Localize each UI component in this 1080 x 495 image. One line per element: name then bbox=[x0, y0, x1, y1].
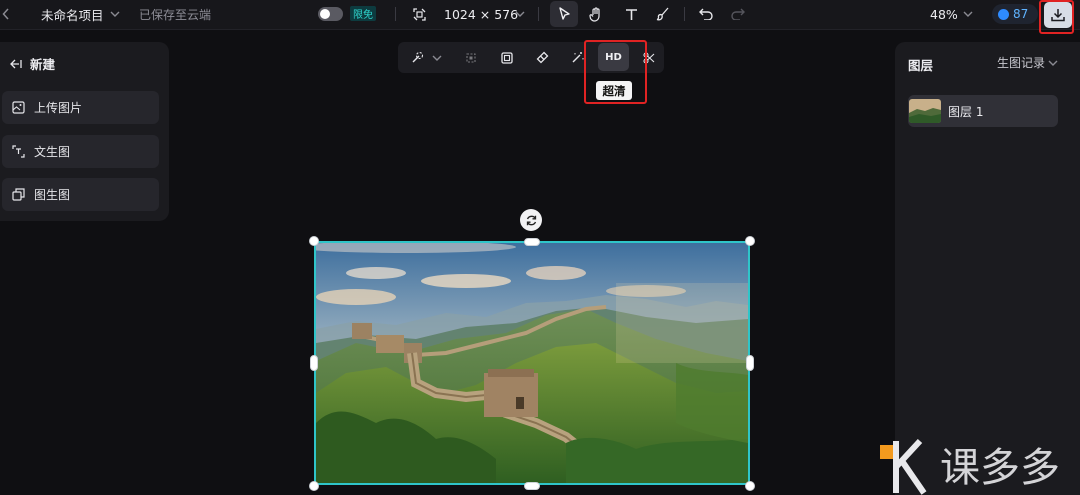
text-to-image-button[interactable]: 文生图 bbox=[2, 135, 159, 168]
resize-handle-right[interactable] bbox=[746, 355, 754, 371]
download-highlight-box bbox=[1039, 0, 1074, 34]
regenerate-button[interactable] bbox=[520, 209, 542, 231]
layers-panel: 图层 生图记录 图层 1 bbox=[895, 42, 1080, 495]
credits-count: 87 bbox=[1013, 7, 1029, 21]
text-to-image-icon bbox=[12, 145, 25, 158]
image-to-image-icon bbox=[12, 188, 25, 201]
magic-select-chevron-icon[interactable] bbox=[424, 45, 450, 70]
hand-tool-button[interactable] bbox=[582, 1, 610, 27]
zoom-chevron-icon[interactable] bbox=[963, 0, 973, 28]
zoom-level[interactable]: 48% bbox=[930, 0, 958, 28]
crop-icon bbox=[466, 52, 476, 63]
divider bbox=[395, 7, 396, 21]
redo-icon bbox=[731, 8, 745, 20]
project-title[interactable]: 未命名项目 bbox=[41, 0, 104, 28]
hd-highlight-box bbox=[584, 40, 647, 104]
canvas-size-icon[interactable] bbox=[413, 0, 427, 28]
svg-text:课多多: 课多多 bbox=[940, 445, 1060, 491]
expand-icon bbox=[501, 51, 513, 64]
layer-item[interactable]: 图层 1 bbox=[908, 95, 1058, 127]
layer-thumbnail bbox=[909, 99, 941, 123]
upload-image-button[interactable]: 上传图片 bbox=[2, 91, 159, 124]
refresh-icon bbox=[526, 215, 536, 225]
resize-handle-top-right[interactable] bbox=[745, 236, 755, 246]
resize-handle-top-left[interactable] bbox=[309, 236, 319, 246]
eraser-button[interactable] bbox=[529, 45, 555, 70]
layer-label: 图层 1 bbox=[948, 104, 984, 119]
credits-badge[interactable]: 87 bbox=[992, 4, 1038, 24]
watermark-logo: 课多多 bbox=[880, 437, 1080, 495]
canvas-size-chevron-icon[interactable] bbox=[515, 0, 525, 28]
layers-title: 图层 bbox=[908, 58, 934, 73]
crop-button[interactable] bbox=[458, 45, 484, 70]
canvas-image[interactable] bbox=[314, 241, 750, 485]
brush-icon bbox=[656, 7, 669, 21]
save-status: 已保存至云端 bbox=[139, 7, 212, 22]
cursor-icon bbox=[558, 7, 570, 20]
great-wall-image bbox=[316, 243, 748, 483]
eraser-icon bbox=[536, 51, 548, 64]
resize-handle-left[interactable] bbox=[310, 355, 318, 371]
project-menu-chevron-icon[interactable] bbox=[110, 0, 120, 28]
expand-button[interactable] bbox=[494, 45, 520, 70]
divider bbox=[684, 7, 685, 21]
undo-button[interactable] bbox=[692, 1, 720, 27]
redo-button[interactable] bbox=[724, 1, 752, 27]
top-bar: 未命名项目 已保存至云端 限免 1024 × 576 48% 87 bbox=[0, 0, 1080, 30]
free-mode-toggle[interactable] bbox=[318, 7, 343, 21]
create-panel: 新建 上传图片 文生图 图生图 bbox=[0, 42, 169, 221]
undo-icon bbox=[699, 8, 713, 20]
resize-handle-bottom[interactable] bbox=[524, 482, 540, 490]
text-tool-button[interactable] bbox=[617, 1, 645, 27]
resize-handle-top[interactable] bbox=[524, 238, 540, 246]
magic-select-icon bbox=[412, 51, 424, 62]
collapse-arrow-icon bbox=[10, 59, 22, 68]
back-chevron-icon[interactable] bbox=[2, 0, 16, 28]
create-panel-header[interactable]: 新建 bbox=[10, 54, 55, 73]
upload-image-icon bbox=[12, 101, 25, 114]
canvas-size[interactable]: 1024 × 576 bbox=[444, 0, 518, 28]
resize-handle-bottom-right[interactable] bbox=[745, 481, 755, 491]
image-to-image-button[interactable]: 图生图 bbox=[2, 178, 159, 211]
hand-icon bbox=[589, 6, 600, 22]
brush-tool-button[interactable] bbox=[649, 1, 677, 27]
select-tool-button[interactable] bbox=[550, 1, 578, 27]
magic-wand-icon bbox=[572, 52, 583, 63]
resize-handle-bottom-left[interactable] bbox=[309, 481, 319, 491]
credits-icon bbox=[998, 8, 1009, 20]
chevron-down-icon bbox=[1048, 60, 1058, 66]
text-icon bbox=[625, 8, 637, 20]
divider bbox=[538, 7, 539, 21]
generation-history-dropdown[interactable]: 生图记录 bbox=[997, 54, 1058, 71]
free-badge: 限免 bbox=[350, 6, 376, 21]
